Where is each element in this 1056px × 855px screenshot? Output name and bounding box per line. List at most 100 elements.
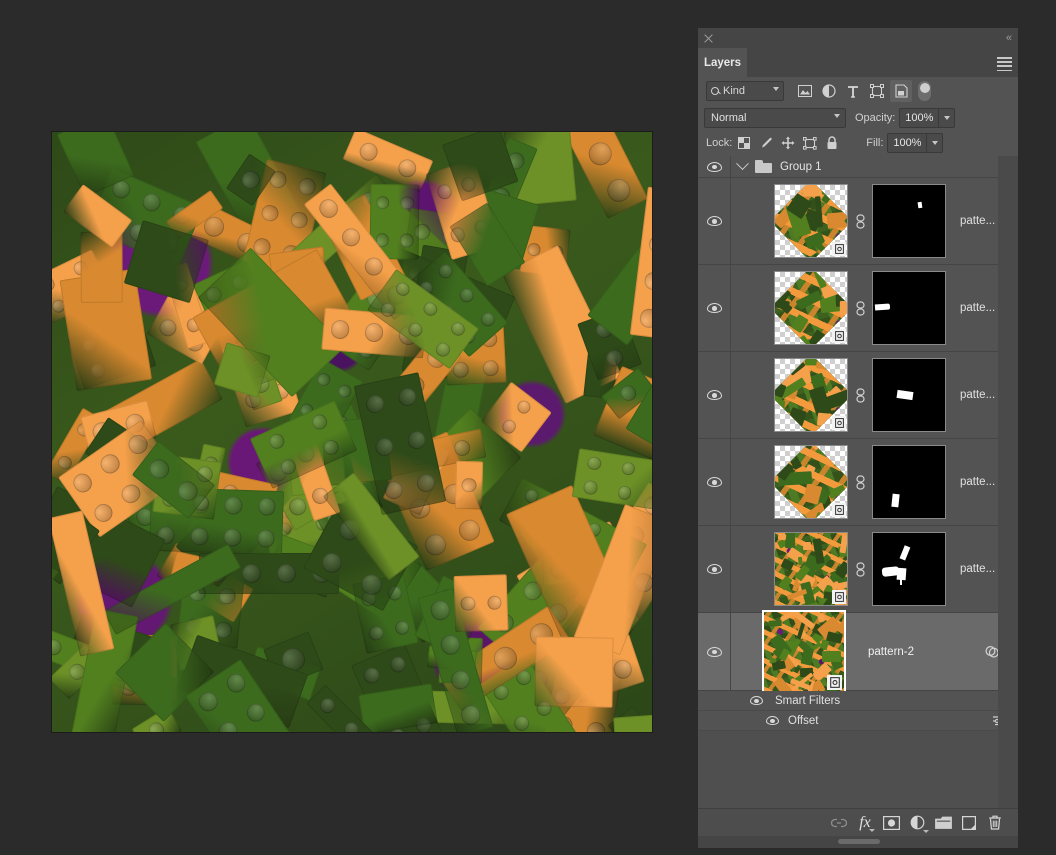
chevron-down-icon[interactable] [736, 157, 749, 171]
layer-row-group[interactable]: Group 1 [698, 156, 1018, 178]
filter-enable-toggle[interactable] [918, 81, 931, 101]
layer-list-empty-area [698, 731, 1018, 808]
lego-stud [259, 202, 280, 224]
blend-mode-bar: Normal Opacity: 100% [698, 105, 1018, 131]
scrollbar-thumb[interactable] [838, 839, 880, 844]
lego-brick [454, 460, 483, 510]
layer-list[interactable]: Group 1 patte... patte... patte... patte… [698, 156, 1018, 808]
lego-stud [52, 275, 58, 294]
layer-thumbnail[interactable] [774, 532, 848, 606]
layer-visibility-toggle[interactable] [698, 390, 730, 400]
table-row[interactable]: patte... [698, 178, 1018, 265]
new-adjustment-layer-button[interactable] [904, 812, 930, 834]
filter-shape-layers-icon[interactable] [866, 80, 888, 102]
lego-stud [585, 720, 607, 732]
lock-bar: Lock: Fill: 100% [698, 130, 1018, 157]
lego-stud [382, 479, 404, 502]
lego-stud [510, 713, 532, 732]
filter-pixel-layers-icon[interactable] [794, 80, 816, 102]
smart-filter-row-offset[interactable]: Offset [698, 711, 1018, 731]
new-layer-button[interactable] [956, 812, 982, 834]
link-mask-icon[interactable] [853, 561, 867, 577]
eye-icon [706, 303, 722, 313]
add-layer-mask-button[interactable] [878, 812, 904, 834]
lego-stud [438, 632, 463, 658]
lego-stud [223, 669, 249, 696]
table-row[interactable]: patte... [698, 265, 1018, 352]
eye-icon[interactable] [766, 716, 779, 725]
new-group-button[interactable] [930, 812, 956, 834]
lego-stud [363, 322, 385, 343]
fill-dropdown-button[interactable] [927, 133, 944, 153]
lego-stud [514, 396, 534, 417]
search-icon [711, 86, 720, 96]
layer-thumbnail[interactable] [774, 271, 848, 345]
lego-stud [156, 316, 180, 340]
hamburger-menu-icon[interactable] [997, 57, 1012, 72]
double-chevron-left-icon[interactable]: « [1006, 33, 1012, 44]
thumbnail-brick [785, 533, 796, 549]
table-row[interactable]: patte... [698, 352, 1018, 439]
layer-visibility-toggle[interactable] [698, 564, 730, 574]
link-mask-icon[interactable] [853, 387, 867, 403]
chevron-down-icon [931, 141, 938, 145]
link-mask-icon[interactable] [853, 213, 867, 229]
lego-stud [421, 531, 449, 559]
eye-icon[interactable] [750, 696, 763, 705]
layer-visibility-toggle[interactable] [698, 646, 730, 657]
layer-thumbnail[interactable] [762, 609, 846, 694]
fill-input[interactable]: 100% [887, 133, 928, 153]
close-icon[interactable] [702, 32, 715, 45]
tab-layers[interactable]: Layers [698, 48, 747, 77]
layer-mask-thumbnail[interactable] [872, 358, 946, 432]
opacity-input[interactable]: 100% [899, 107, 940, 128]
filter-type-layers-icon[interactable] [842, 80, 864, 102]
horizontal-scrollbar[interactable] [698, 836, 1018, 848]
layer-mask-thumbnail[interactable] [872, 271, 946, 345]
lego-stud [554, 729, 575, 732]
layer-style-button[interactable]: fx [852, 812, 878, 834]
link-layers-button[interactable] [826, 812, 852, 834]
lego-stud [394, 155, 420, 180]
layer-thumbnail[interactable] [774, 184, 848, 258]
filter-smart-object-icon[interactable] [890, 80, 912, 102]
lego-stud [616, 485, 633, 501]
layer-thumbnail[interactable] [774, 445, 848, 519]
table-row[interactable]: patte... [698, 439, 1018, 526]
lego-stud [278, 456, 299, 477]
layer-mask-thumbnail[interactable] [872, 445, 946, 519]
divider [730, 265, 731, 351]
opacity-dropdown-button[interactable] [939, 107, 956, 128]
smart-object-badge-icon [832, 503, 846, 517]
table-row[interactable]: patte... [698, 526, 1018, 613]
group-visibility-toggle[interactable] [698, 161, 730, 172]
link-mask-icon[interactable] [853, 300, 867, 316]
filter-kind-select[interactable]: Kind [706, 81, 784, 101]
lego-stud [52, 636, 65, 658]
lock-transparent-pixels-icon[interactable] [734, 133, 754, 153]
lego-stud [620, 461, 637, 477]
layer-visibility-toggle[interactable] [698, 477, 730, 487]
smart-filters-header-row[interactable]: Smart Filters [698, 691, 1018, 711]
layer-visibility-toggle[interactable] [698, 216, 730, 226]
layer-mask-thumbnail[interactable] [872, 184, 946, 258]
eye-icon [706, 216, 722, 226]
smart-filters-label: Smart Filters [775, 694, 841, 707]
document-canvas-image[interactable] [52, 132, 652, 732]
table-row-selected[interactable]: pattern-2 [698, 609, 1018, 694]
layer-thumbnail[interactable] [774, 358, 848, 432]
delete-layer-button[interactable] [982, 812, 1008, 834]
lego-stud [69, 470, 96, 496]
group-name-label: Group 1 [780, 160, 822, 173]
blend-mode-select[interactable]: Normal [704, 107, 846, 128]
lock-artboard-nesting-icon[interactable] [800, 133, 820, 153]
link-mask-icon[interactable] [853, 474, 867, 490]
lego-stud [190, 527, 209, 546]
layer-visibility-toggle[interactable] [698, 303, 730, 313]
layer-mask-thumbnail[interactable] [872, 532, 946, 606]
filter-adjustment-layers-icon[interactable] [818, 80, 840, 102]
lock-position-icon[interactable] [778, 133, 798, 153]
lock-all-icon[interactable] [822, 133, 842, 153]
lego-stud [238, 168, 264, 193]
lock-image-pixels-icon[interactable] [756, 133, 776, 153]
